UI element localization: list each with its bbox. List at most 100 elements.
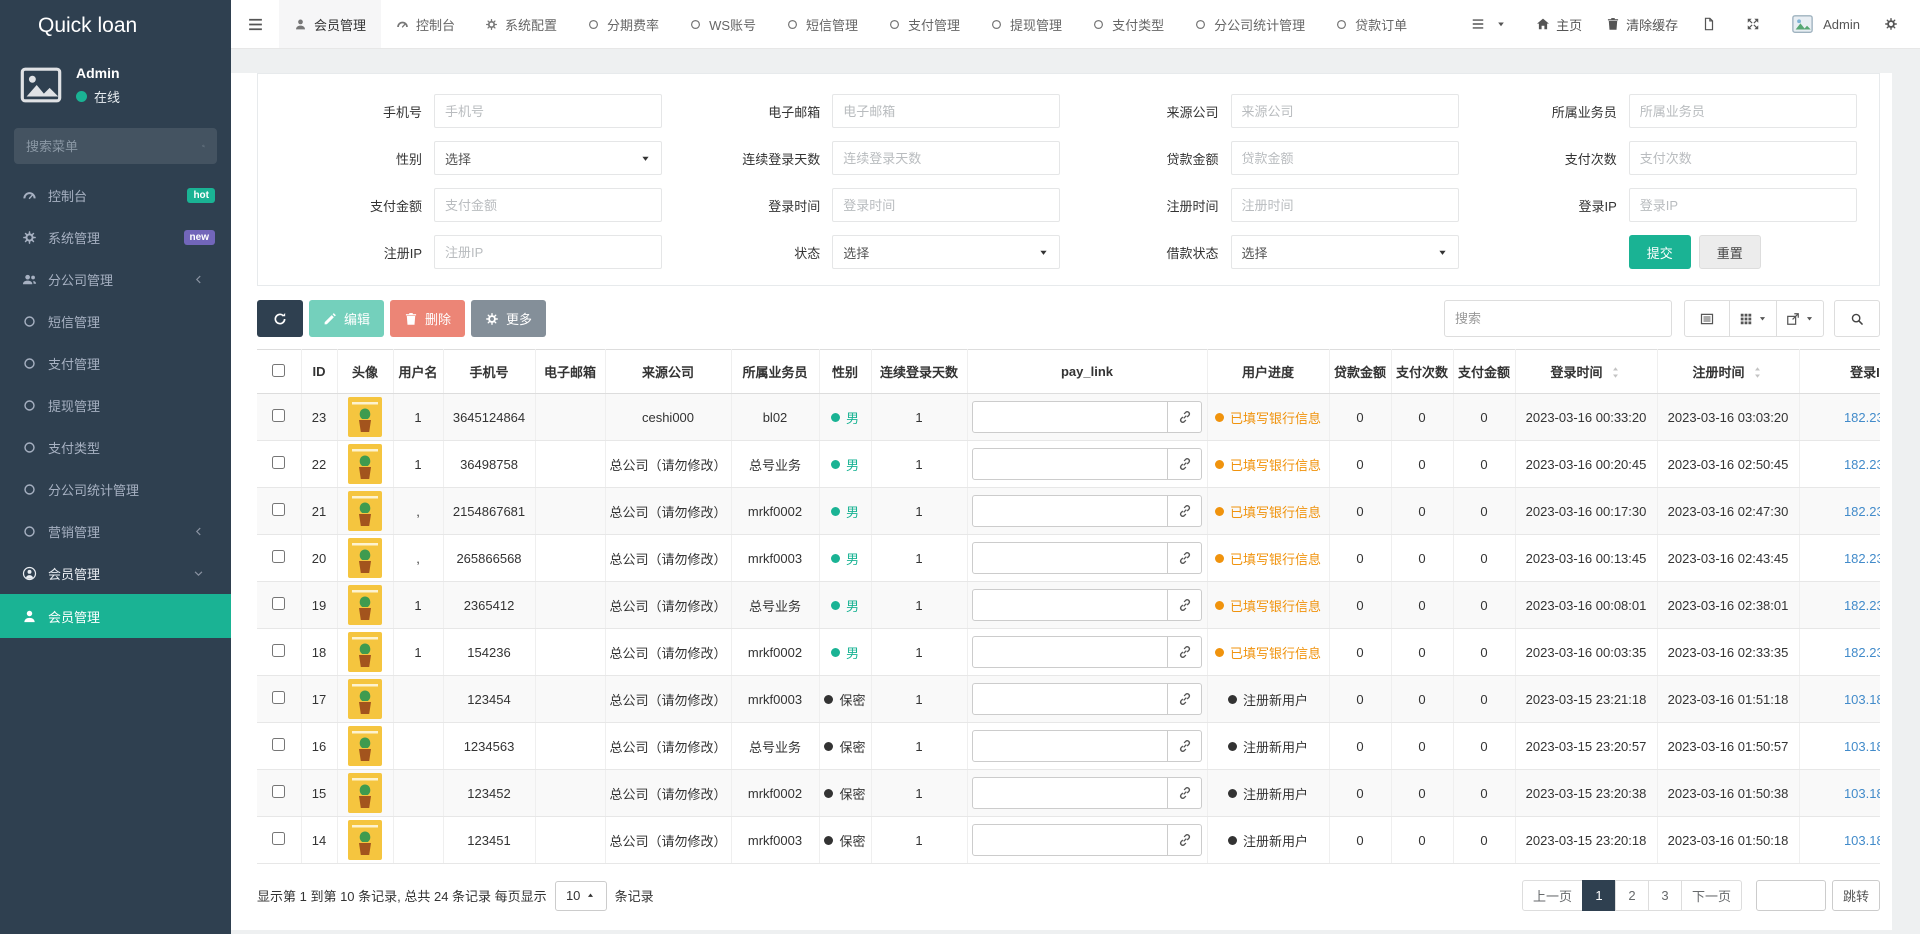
tab-branch-stats[interactable]: 分公司统计管理: [1179, 0, 1320, 48]
sidebar-item-branch-stats[interactable]: 分公司统计管理: [0, 468, 231, 510]
prev-page-button[interactable]: 上一页: [1522, 880, 1583, 911]
row-select-checkbox[interactable]: [272, 832, 285, 845]
pay-link-input[interactable]: [972, 777, 1168, 809]
refresh-page-button[interactable]: [1702, 17, 1722, 31]
sidebar-item-payment[interactable]: 支付管理: [0, 342, 231, 384]
filter-input[interactable]: [832, 188, 1060, 222]
copy-link-button[interactable]: [1168, 730, 1202, 762]
reset-button[interactable]: 重置: [1699, 235, 1761, 269]
filter-input[interactable]: [1629, 141, 1857, 175]
sidebar-item-members-sub[interactable]: 会员管理: [0, 594, 231, 638]
sidebar-item-members[interactable]: 会员管理: [0, 552, 231, 594]
copy-link-button[interactable]: [1168, 824, 1202, 856]
ip-link[interactable]: 182.239.: [1844, 504, 1880, 519]
sidebar-item-system[interactable]: 系统管理new: [0, 216, 231, 258]
filter-input[interactable]: [434, 94, 662, 128]
row-select-checkbox[interactable]: [272, 785, 285, 798]
tab-payment[interactable]: 支付管理: [873, 0, 975, 48]
row-select-checkbox[interactable]: [272, 644, 285, 657]
tab-withdraw[interactable]: 提现管理: [975, 0, 1077, 48]
page-button-3[interactable]: 3: [1648, 880, 1682, 911]
ip-link[interactable]: 103.187.: [1844, 786, 1880, 801]
pay-link-input[interactable]: [972, 636, 1168, 668]
ip-link[interactable]: 182.239.: [1844, 457, 1880, 472]
filter-select[interactable]: 选择: [832, 235, 1060, 269]
copy-link-button[interactable]: [1168, 589, 1202, 621]
filter-input[interactable]: [434, 235, 662, 269]
next-page-button[interactable]: 下一页: [1681, 880, 1742, 911]
ip-link[interactable]: 103.187.: [1844, 739, 1880, 754]
filter-select[interactable]: 选择: [434, 141, 662, 175]
filter-input[interactable]: [832, 141, 1060, 175]
page-size-select[interactable]: 10: [555, 881, 607, 911]
pay-link-input[interactable]: [972, 589, 1168, 621]
sidebar-item-pay-type[interactable]: 支付类型: [0, 426, 231, 468]
pay-link-input[interactable]: [972, 401, 1168, 433]
refresh-button[interactable]: [257, 300, 303, 337]
filter-input[interactable]: [1231, 188, 1459, 222]
sidebar-toggle-button[interactable]: [231, 0, 279, 48]
row-select-checkbox[interactable]: [272, 550, 285, 563]
ip-link[interactable]: 103.187.: [1844, 692, 1880, 707]
tab-pay-type[interactable]: 支付类型: [1077, 0, 1179, 48]
filter-input[interactable]: [832, 94, 1060, 128]
more-button[interactable]: 更多: [471, 300, 546, 337]
col-header-login_time[interactable]: 登录时间: [1515, 350, 1657, 394]
col-header-reg_time[interactable]: 注册时间: [1657, 350, 1799, 394]
page-button-1[interactable]: 1: [1582, 880, 1616, 911]
clear-cache-button[interactable]: 清除缓存: [1606, 15, 1678, 34]
filter-input[interactable]: [1629, 94, 1857, 128]
filter-input[interactable]: [1231, 141, 1459, 175]
tab-loan-orders[interactable]: 贷款订单: [1320, 0, 1422, 48]
select-all-checkbox[interactable]: [272, 364, 285, 377]
row-select-checkbox[interactable]: [272, 738, 285, 751]
tab-members[interactable]: 会员管理: [279, 0, 381, 48]
row-select-checkbox[interactable]: [272, 503, 285, 516]
copy-link-button[interactable]: [1168, 683, 1202, 715]
tab-ws-account[interactable]: WS账号: [674, 0, 771, 48]
columns-button[interactable]: [1729, 300, 1777, 337]
ip-link[interactable]: 182.239.: [1844, 645, 1880, 660]
tab-sms[interactable]: 短信管理: [771, 0, 873, 48]
page-button-2[interactable]: 2: [1615, 880, 1649, 911]
search-button[interactable]: [1834, 300, 1880, 337]
table-search-input[interactable]: [1444, 300, 1672, 337]
pay-link-input[interactable]: [972, 542, 1168, 574]
edit-button[interactable]: 编辑: [309, 300, 384, 337]
copy-link-button[interactable]: [1168, 495, 1202, 527]
filter-select[interactable]: 选择: [1231, 235, 1459, 269]
row-select-checkbox[interactable]: [272, 456, 285, 469]
sidebar-item-withdraw[interactable]: 提现管理: [0, 384, 231, 426]
user-menu[interactable]: Admin: [1790, 13, 1860, 35]
copy-link-button[interactable]: [1168, 542, 1202, 574]
sidebar-item-console[interactable]: 控制台hot: [0, 174, 231, 216]
submit-button[interactable]: 提交: [1629, 235, 1691, 269]
jump-page-input[interactable]: [1756, 880, 1826, 911]
row-select-checkbox[interactable]: [272, 691, 285, 704]
ip-link[interactable]: 182.239.: [1844, 551, 1880, 566]
copy-link-button[interactable]: [1168, 636, 1202, 668]
pay-link-input[interactable]: [972, 683, 1168, 715]
filter-input[interactable]: [1629, 188, 1857, 222]
jump-button[interactable]: 跳转: [1832, 880, 1880, 911]
ip-link[interactable]: 103.187.: [1844, 833, 1880, 848]
delete-button[interactable]: 删除: [390, 300, 465, 337]
sidebar-item-sms[interactable]: 短信管理: [0, 300, 231, 342]
tab-system-config[interactable]: 系统配置: [470, 0, 572, 48]
tab-installment-rate[interactable]: 分期费率: [572, 0, 674, 48]
sidebar-item-branch[interactable]: 分公司管理: [0, 258, 231, 300]
settings-button[interactable]: [1884, 17, 1904, 31]
export-button[interactable]: [1776, 300, 1824, 337]
row-select-checkbox[interactable]: [272, 597, 285, 610]
detail-view-button[interactable]: [1684, 300, 1730, 337]
pay-link-input[interactable]: [972, 495, 1168, 527]
pay-link-input[interactable]: [972, 730, 1168, 762]
ip-link[interactable]: 182.239.: [1844, 598, 1880, 613]
home-button[interactable]: 主页: [1536, 15, 1582, 34]
copy-link-button[interactable]: [1168, 777, 1202, 809]
sidebar-item-marketing[interactable]: 营销管理: [0, 510, 231, 552]
copy-link-button[interactable]: [1168, 448, 1202, 480]
ip-link[interactable]: 182.239.: [1844, 410, 1880, 425]
tab-console[interactable]: 控制台: [381, 0, 470, 48]
filter-input[interactable]: [434, 188, 662, 222]
